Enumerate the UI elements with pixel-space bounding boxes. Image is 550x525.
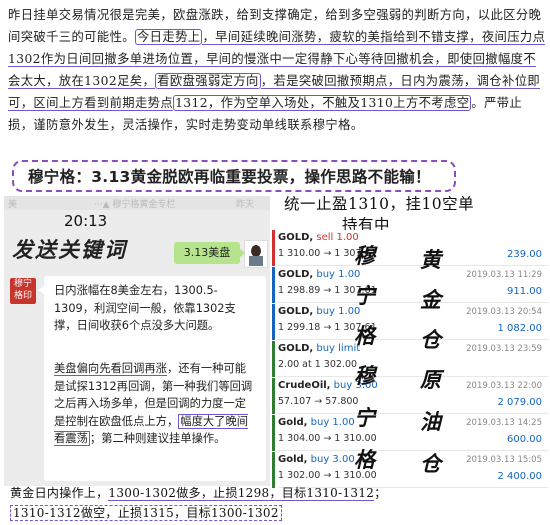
trade-date: 2019.03.13 11:29 <box>466 270 542 280</box>
article-highlight-box: 今日走势上 <box>134 29 203 45</box>
trade-status-bar <box>272 341 275 377</box>
keyword-message[interactable]: 3.13美盘 <box>174 242 246 264</box>
chat-title: 发送关键词 <box>12 237 127 262</box>
trade-date: 2019.03.13 14:25 <box>466 418 542 428</box>
footer-text: 黄金日内操作上， <box>10 486 109 500</box>
trade-side: buy 1.00 <box>307 417 355 428</box>
trades-panel: 统一止盈1310，挂10空单 持有中 GOLD, sell 1.00 1 310.… <box>272 192 550 488</box>
trade-row[interactable]: GOLD, buy 1.00 1 299.18 → 1 307.61 2019.03… <box>272 304 550 340</box>
trade-date: 2019.03.13 20:54 <box>466 307 542 317</box>
chat-topbar: 美 ···▲ 穆宁格黄金专栏 昨天 <box>4 196 270 210</box>
calligraphy-char: 穆 <box>354 363 375 388</box>
trade-date: 2019.03.13 15:05 <box>466 455 542 465</box>
footer-underlined: 1300-1302做多，止损1298，目标1310-1312 <box>108 486 375 501</box>
reply-bubble: 日内涨幅在8美金左右，1300.5-1309，利润空间一般，依靠1302支撑，日… <box>38 276 266 481</box>
seal-avatar-icon[interactable]: 穆宁格印 <box>10 278 36 304</box>
trade-status-bar <box>272 378 275 414</box>
trade-row[interactable]: Gold, buy 3.00 1 302.00 → 1 310.00 2019.03… <box>272 452 550 488</box>
trade-row[interactable]: GOLD, sell 1.00 1 310.00 → 1 307.61 239.00 <box>272 230 550 266</box>
trade-profit: 2 079.00 <box>497 397 542 408</box>
footer-boxed: 1310-1312做空，止损1315，目标1300-1302 <box>10 505 282 521</box>
trade-profit: 600.00 <box>507 434 542 445</box>
calligraphy-char: 宁 <box>354 283 375 308</box>
headline-banner[interactable]: 穆宁格：3.13黄金脱欧再临重要投票，操作思路不能输！ <box>12 160 456 192</box>
trade-side: buy 3.00 <box>307 454 355 465</box>
topbar-channel: ···▲ 穆宁格黄金专栏 <box>94 200 176 210</box>
calligraphy-char: 格 <box>354 447 375 472</box>
trades-header: 统一止盈1310，挂10空单 <box>284 195 475 213</box>
chat-time: 20:13 <box>64 212 108 230</box>
row-divider <box>278 376 548 377</box>
trade-prices: 2.00 at 1 302.00 <box>278 359 358 370</box>
trade-symbol: Gold, buy 3.00 <box>278 454 355 465</box>
calligraphy-char: 油 <box>420 409 441 434</box>
row-divider <box>278 339 548 340</box>
calligraphy-char: 原 <box>420 367 441 392</box>
topbar-day: 昨天 <box>236 200 255 210</box>
user-avatar[interactable] <box>244 240 268 268</box>
footer-text: ； <box>374 486 387 500</box>
headline-text: 穆宁格：3.13黄金脱欧再临重要投票，操作思路不能输！ <box>28 168 431 186</box>
trade-symbol: GOLD, buy limit <box>278 343 361 354</box>
chat-screenshot: 美 ···▲ 穆宁格黄金专栏 昨天 20:13 发送关键词 3.13美盘 穆宁格… <box>4 196 270 486</box>
reply-paragraph-2: 美盘偏向先看回调再涨，还有一种可能是试探1312再回调，第一种我们等回调之后再入… <box>54 360 254 448</box>
calligraphy-char: 穆 <box>354 243 375 268</box>
trade-profit: 911.00 <box>507 286 542 297</box>
trade-symbol: GOLD, buy 1.00 <box>278 269 361 280</box>
trade-status-bar <box>272 452 275 488</box>
trade-profit: 2 400.00 <box>497 471 542 482</box>
trade-side: buy 1.00 <box>313 269 361 280</box>
trade-prices: 57.107 → 57.800 <box>278 396 359 407</box>
article-highlight-box: 1312，作为空单入场处，不触及1310上方不考虑空 <box>173 95 472 111</box>
calligraphy-char: 仓 <box>420 451 441 476</box>
trade-status-bar <box>272 304 275 340</box>
trade-profit: 239.00 <box>507 249 542 260</box>
trade-status-bar <box>272 230 275 266</box>
calligraphy-char: 仓 <box>420 327 441 352</box>
trade-status-bar <box>272 267 275 303</box>
row-divider <box>278 450 548 451</box>
trade-symbol: GOLD, buy 1.00 <box>278 306 361 317</box>
trade-date: 2019.03.13 23:59 <box>466 344 542 354</box>
row-divider <box>278 265 548 266</box>
calligraphy-char: 金 <box>420 287 441 312</box>
trade-row[interactable]: GOLD, buy limit 2.00 at 1 302.00 2019.03.1… <box>272 341 550 377</box>
topbar-left: 美 <box>8 200 18 210</box>
trade-symbol: GOLD, sell 1.00 <box>278 232 359 243</box>
article-paragraph: 昨日挂单交易情况很是完美，欧盘涨跌，给到支撑确定，给到多空强弱的判断方向，以此区… <box>8 4 546 136</box>
calligraphy-char: 黄 <box>420 247 441 272</box>
trade-row[interactable]: CrudeOil, buy 3.00 57.107 → 57.800 2019.03… <box>272 378 550 414</box>
reply-text: ；第二种则建议挂单操作。 <box>89 432 226 445</box>
article-highlight-box: 看欧盘强弱定方向 <box>155 73 261 89</box>
trade-row[interactable]: GOLD, buy 1.00 1 298.89 → 1 307.61 2019.03… <box>272 267 550 303</box>
trade-date: 2019.03.13 22:00 <box>466 381 542 391</box>
calligraphy-char: 宁 <box>354 405 375 430</box>
footer-line-2: 1310-1312做空，止损1315，目标1300-1302 <box>10 504 546 521</box>
trade-prices: 1 304.00 → 1 310.00 <box>278 433 377 444</box>
calligraphy-char: 格 <box>354 323 375 348</box>
reply-paragraph-1: 日内涨幅在8美金左右，1300.5-1309，利润空间一般，依靠1302支撑，日… <box>54 284 236 332</box>
footer-line-1: 黄金日内操作上，1300-1302做多，止损1298，目标1310-1312； <box>10 484 546 501</box>
row-divider <box>278 302 548 303</box>
trade-status-bar <box>272 415 275 451</box>
row-divider <box>278 413 548 414</box>
reply-underlined: 美盘偏向先看回调再涨 <box>54 362 167 376</box>
trade-side: sell 1.00 <box>313 232 359 243</box>
trade-profit: 1 082.00 <box>497 323 542 334</box>
trade-row[interactable]: Gold, buy 1.00 1 304.00 → 1 310.00 2019.03… <box>272 415 550 451</box>
trade-symbol: Gold, buy 1.00 <box>278 417 355 428</box>
